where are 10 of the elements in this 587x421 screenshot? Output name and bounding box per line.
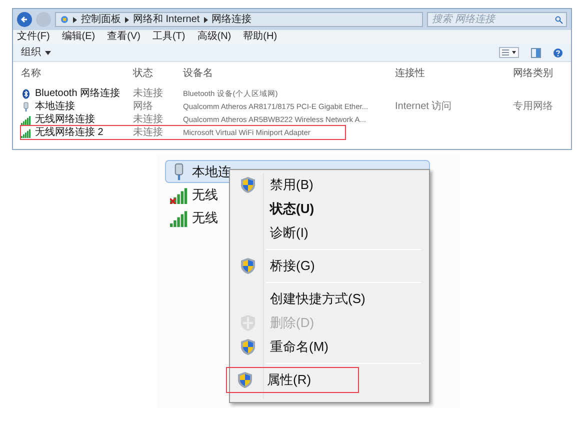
table-cell: 网络 <box>133 102 153 112</box>
table-cell: 本地连接 <box>35 102 75 112</box>
table-cell: 未连接 <box>133 128 163 138</box>
table-cell: 未连接 <box>133 114 163 124</box>
table-cell: 专用网络 <box>513 102 553 112</box>
table-cell: 无线网络连接 <box>35 114 95 124</box>
table-cell: Internet 访问 <box>395 102 452 112</box>
table-cell: Bluetooth 网络连接 <box>35 88 120 98</box>
table-cell: 无线网络连接 2 <box>35 128 104 138</box>
table-cell: 未连接 <box>133 88 163 98</box>
